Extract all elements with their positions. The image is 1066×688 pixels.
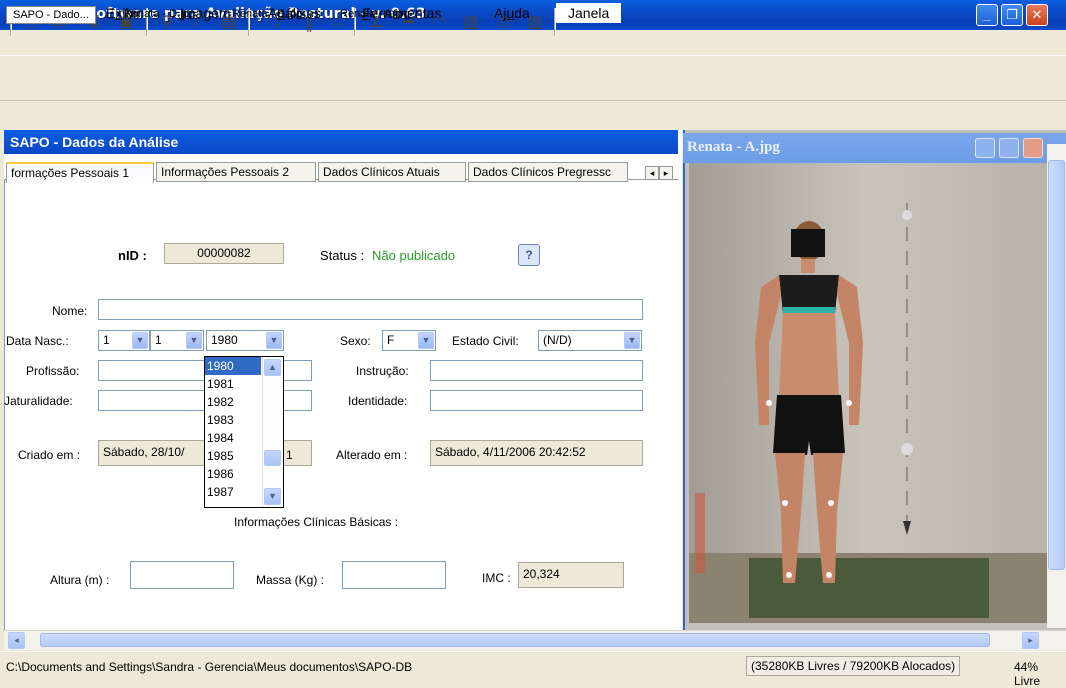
tab-informacoes-pessoais-2[interactable]: Informações Pessoais 2 (156, 162, 316, 182)
doc-tab-renata-a[interactable]: Renata - A.jpg (334, 6, 416, 22)
criado-tail: 1 (286, 448, 293, 462)
posture-photo (689, 163, 1047, 623)
profissao-label: Profissão: (26, 364, 80, 378)
tab-scroll-left[interactable]: ◂ (645, 166, 659, 180)
tab-informacoes-pessoais-1[interactable]: formações Pessoais 1 (6, 162, 154, 183)
criado-value: Sábado, 28/10/ (103, 445, 185, 459)
instrucao-label: Instrução: (356, 364, 409, 378)
export-icon[interactable]: ▨ (524, 12, 546, 34)
year-option[interactable]: 1987 (205, 483, 261, 501)
nid-label: nID : (118, 248, 147, 263)
criado-label: Criado em : (18, 448, 81, 462)
naturalidade-label: Jaturalidade: (4, 394, 73, 408)
identidade-label: Identidade: (348, 394, 408, 408)
massa-label: Massa (Kg) : (256, 573, 325, 587)
tab-scroll-right[interactable]: ▸ (659, 166, 673, 180)
imc-label: IMC : (482, 571, 511, 585)
print-icon[interactable]: ⎙ (492, 12, 514, 34)
minimize-button[interactable]: _ (976, 4, 998, 26)
restore-button[interactable]: ❐ (1001, 4, 1023, 26)
sexo-value: F (387, 333, 395, 347)
photo-minimize-button[interactable] (975, 138, 995, 158)
nome-input[interactable] (98, 299, 643, 320)
data-nasc-label: Data Nasc.: (6, 334, 69, 348)
toolbar-separator (554, 8, 556, 36)
status-path: C:\Documents and Settings\Sandra - Geren… (6, 660, 413, 674)
menu-janela[interactable]: Janela (556, 3, 622, 23)
day-value: 1 (103, 333, 110, 347)
doc-tab-dados[interactable]: SAPO - Dado... (6, 6, 96, 24)
year-option[interactable]: 1986 (205, 465, 261, 483)
horizontal-scroll-thumb[interactable] (40, 633, 990, 647)
year-option[interactable]: 1985 (205, 447, 261, 465)
document-tabs (0, 102, 1066, 128)
photo-close-button[interactable] (1023, 138, 1043, 158)
estado-civil-label: Estado Civil: (452, 334, 519, 348)
chevron-down-icon[interactable]: ▼ (266, 332, 282, 349)
photo-maximize-button[interactable] (999, 138, 1019, 158)
sexo-label: Sexo: (340, 334, 371, 348)
altura-input[interactable] (130, 561, 234, 589)
month-value: 1 (155, 333, 162, 347)
analysis-window-title: SAPO - Dados da Análise (4, 130, 678, 154)
altura-label: Altura (m) : (50, 573, 110, 587)
chevron-down-icon[interactable]: ▼ (132, 332, 148, 349)
identidade-input[interactable] (430, 390, 643, 411)
year-dropdown-scrollbar[interactable] (262, 357, 283, 507)
doc-tab-renata-d[interactable]: Renata - D.jpg (118, 6, 201, 22)
status-free: 44% Livre (1014, 660, 1041, 688)
chevron-down-icon[interactable]: ▼ (624, 332, 640, 349)
nid-field: 00000082 (164, 243, 284, 264)
chevron-right-icon[interactable]: ▸ (1022, 632, 1039, 649)
status-value: Não publicado (372, 248, 456, 263)
chevron-down-icon[interactable]: ▼ (418, 332, 434, 349)
year-option[interactable]: 1982 (205, 393, 261, 411)
help-button[interactable]: ? (518, 244, 540, 266)
protractor-icon[interactable]: ◠ (428, 12, 450, 34)
alterado-field: Sábado, 4/11/2006 20:42:52 (430, 440, 643, 466)
close-button[interactable]: ✕ (1026, 4, 1048, 26)
chevron-up-icon[interactable]: ▲ (264, 359, 281, 376)
doc-tab-renata-e[interactable]: Renata - E.jpg (226, 6, 308, 22)
chevron-down-icon[interactable]: ▼ (264, 488, 281, 505)
info-clinicas-label: Informações Clínicas Básicas : (234, 515, 399, 529)
year-option[interactable]: 1983 (205, 411, 261, 429)
instrucao-input[interactable] (430, 360, 643, 381)
report-icon[interactable]: ▧ (460, 12, 482, 34)
status-memory: (35280KB Livres / 79200KB Alocados) (746, 656, 961, 676)
status-label: Status : (320, 248, 365, 263)
tab-dados-clinicos-atuais[interactable]: Dados Clínicos Atuais (318, 162, 466, 182)
alterado-label: Alterado em : (336, 448, 408, 462)
toolbar (0, 57, 1066, 101)
tab-dados-clinicos-pregressos[interactable]: Dados Clínicos Pregressc (468, 162, 628, 182)
chevron-down-icon[interactable]: ▼ (186, 332, 202, 349)
chevron-left-icon[interactable]: ◂ (8, 632, 25, 649)
year-dropdown-scroll-thumb[interactable] (264, 450, 281, 466)
imc-field: 20,324 (518, 562, 624, 588)
nome-label: Nome: (52, 304, 88, 318)
massa-input[interactable] (342, 561, 446, 589)
year-option[interactable]: 1981 (205, 375, 261, 393)
photo-scroll-thumb[interactable] (1048, 160, 1065, 570)
estado-civil-value: (N/D) (543, 333, 572, 347)
year-value: 1980 (211, 333, 238, 347)
year-option[interactable]: 1984 (205, 429, 261, 447)
year-option[interactable]: 1980 (205, 357, 261, 375)
